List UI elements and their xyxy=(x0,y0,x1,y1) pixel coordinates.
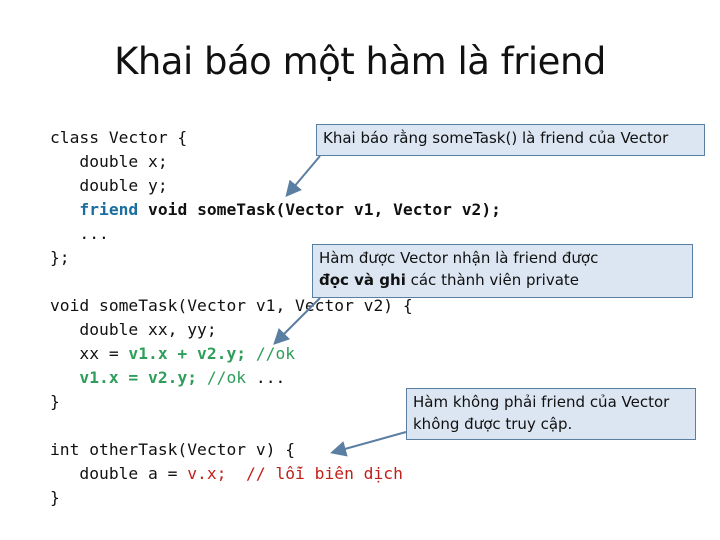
callout-arrows xyxy=(273,155,407,457)
arrow-to-othertask xyxy=(330,431,407,457)
arrow-to-friend-declaration xyxy=(285,155,321,198)
arrow-to-private-access xyxy=(273,297,321,345)
slide: Khai báo một hàm là friend class Vector … xyxy=(0,0,720,540)
